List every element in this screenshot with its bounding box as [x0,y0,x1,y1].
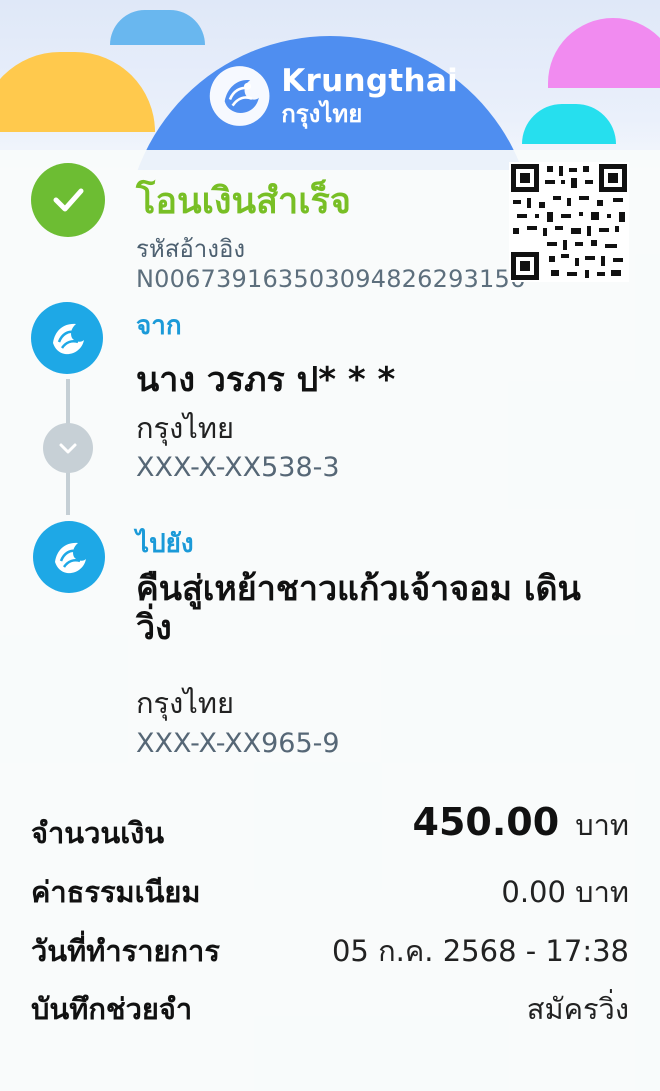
krungthai-logo: Krungthai กรุงไทย [208,58,458,134]
sender-name: นาง วรภร ป* * * [136,360,396,400]
blue-umbrella-decoration [110,10,205,45]
fee-label: ค่าธรรมเนียม [31,875,201,909]
fee-value: 0.00 บาท [501,875,629,909]
success-check-icon [31,163,105,237]
chevron-down-icon [59,443,77,454]
krungthai-bird-icon [53,323,84,355]
pink-umbrella-decoration [548,18,660,88]
reference-value: N006739163503094826293156 [136,265,526,293]
memo-value: สมัครวิ่ง [526,992,629,1026]
from-bank-avatar [31,302,103,374]
from-label: จาก [136,311,182,341]
to-bank-avatar [33,521,105,593]
recipient-name: คืนสู่เหย้าชาวแก้วเจ้าจอม เดินวิ่ง [136,569,581,649]
cyan-umbrella-decoration [522,104,616,144]
krungthai-bird-icon [55,542,86,574]
header-background: Krungthai กรุงไทย [0,0,660,170]
amount-unit: บาท [575,808,629,842]
logo-english-text: Krungthai [281,63,458,99]
amount-number: 450.00 [412,800,560,844]
to-label: ไปยัง [136,529,194,559]
reference-label: รหัสอ้างอิง [136,235,246,263]
check-icon [53,188,84,212]
sender-bank: กรุงไทย [136,411,234,445]
amount-value: 450.00 บาท [413,800,629,848]
yellow-umbrella-decoration [0,52,155,132]
transfer-direction-circle [43,423,93,473]
memo-label: บันทึกช่วยจำ [31,992,193,1026]
recipient-account: XXX-X-XX965-9 [136,728,340,759]
krungthai-bird-icon [209,66,270,126]
transfer-success-title: โอนเงินสำเร็จ [136,181,351,222]
amount-label: จำนวนเงิน [31,816,165,850]
logo-thai-text: กรุงไทย [281,100,363,128]
sender-account: XXX-X-XX538-3 [136,452,340,483]
recipient-bank: กรุงไทย [136,686,234,720]
transaction-date-label: วันที่ทำรายการ [31,934,220,968]
qr-code-icon [509,162,629,282]
transaction-date-value: 05 ก.ค. 2568 - 17:38 [331,934,629,968]
